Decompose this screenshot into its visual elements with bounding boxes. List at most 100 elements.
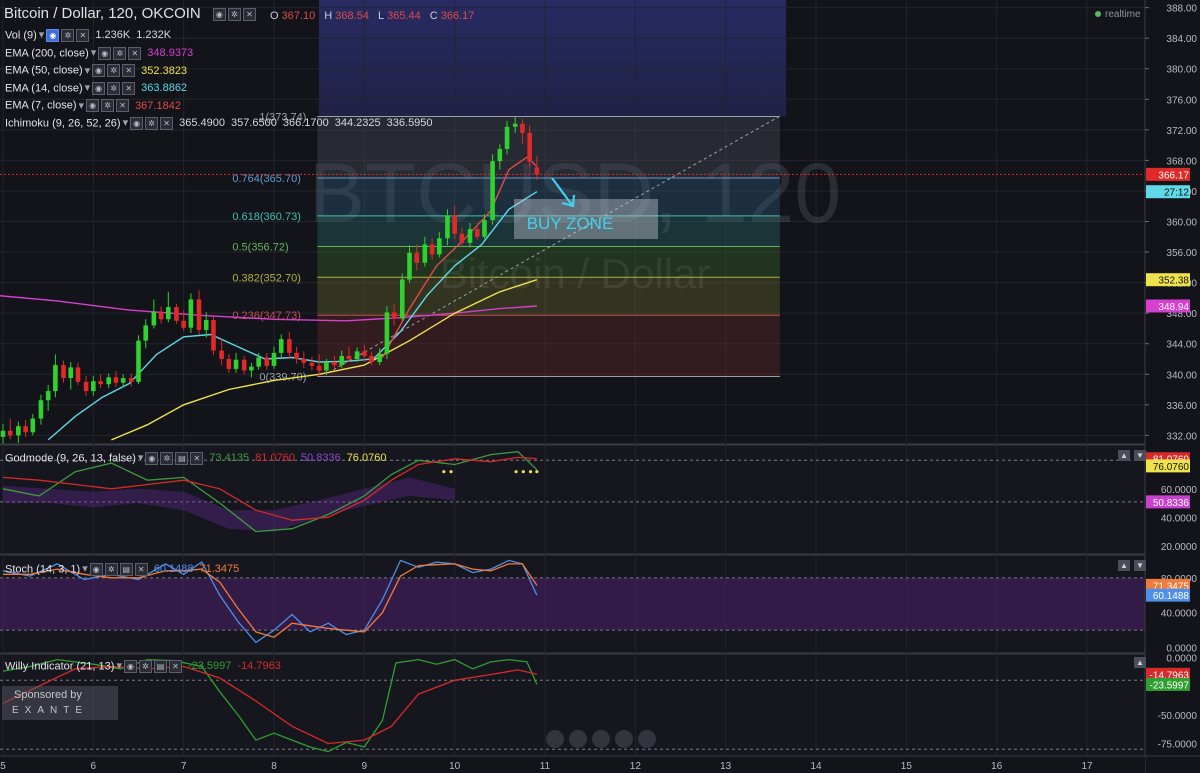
candle-body[interactable] <box>309 362 315 366</box>
gear-icon[interactable]: ✲ <box>138 660 152 673</box>
chevron-down-icon[interactable]: ▾ <box>123 117 129 129</box>
candle-body[interactable] <box>504 126 510 149</box>
candle-body[interactable] <box>437 238 442 255</box>
candle-body[interactable] <box>256 357 261 367</box>
gear-icon[interactable]: ✲ <box>145 117 159 130</box>
eye-icon[interactable]: ◉ <box>89 563 103 576</box>
legend-row-stoch[interactable]: Stoch (14, 3, 1) ▾ ◉ ✲ ▤ ✕ 60.1488 71.3475 <box>5 563 239 576</box>
eye-icon[interactable]: ◉ <box>92 64 106 78</box>
candle-body[interactable] <box>196 299 202 330</box>
candle-body[interactable] <box>241 359 247 371</box>
candle-body[interactable] <box>45 391 51 401</box>
candle-body[interactable] <box>346 355 352 359</box>
candle-body[interactable] <box>474 229 480 237</box>
candle-body[interactable] <box>534 167 540 175</box>
gear-icon[interactable]: ✲ <box>107 81 121 95</box>
candle-body[interactable] <box>369 355 374 363</box>
candle-body[interactable] <box>38 400 44 419</box>
candle-body[interactable] <box>128 378 134 382</box>
time-axis-bg[interactable] <box>0 756 1145 773</box>
candle-body[interactable] <box>61 365 66 379</box>
candle-body[interactable] <box>414 252 420 263</box>
candle-body[interactable] <box>113 377 119 383</box>
candle-body[interactable] <box>188 299 194 328</box>
eye-icon[interactable]: ◉ <box>92 81 106 95</box>
candle-body[interactable] <box>158 311 164 320</box>
candle-body[interactable] <box>166 307 171 320</box>
candle-body[interactable] <box>287 339 292 353</box>
chevron-down-icon[interactable]: ▾ <box>91 47 97 59</box>
candle-body[interactable] <box>316 365 322 371</box>
chevron-down-icon[interactable]: ▾ <box>85 65 91 77</box>
eye-icon[interactable]: ◉ <box>123 660 137 673</box>
candle-body[interactable] <box>332 362 337 366</box>
candle-body[interactable] <box>490 161 495 220</box>
candle-body[interactable] <box>459 233 465 243</box>
close-icon[interactable]: ✕ <box>242 7 256 21</box>
chevron-down-icon[interactable]: ▾ <box>138 452 144 464</box>
nav-button-icon[interactable] <box>569 730 587 748</box>
candle-body[interactable] <box>23 426 28 433</box>
legend-row-ichimoku[interactable]: Ichimoku (9, 26, 52, 26) ▾ ◉ ✲ ✕ 365.4900 357.… <box>5 117 433 130</box>
candle-body[interactable] <box>445 215 450 239</box>
candle-body[interactable] <box>233 359 239 369</box>
arrow-down-icon[interactable]: ▼ <box>1134 560 1146 571</box>
candle-body[interactable] <box>83 381 89 392</box>
candle-body[interactable] <box>467 229 473 243</box>
settings-icon[interactable]: ▤ <box>153 660 167 673</box>
legend-row-ema200[interactable]: EMA (200, close) ▾ ◉ ✲ ✕ 348.9373 <box>5 46 193 60</box>
close-icon[interactable]: ✕ <box>122 81 136 95</box>
nav-button-icon[interactable] <box>638 730 656 748</box>
candle-body[interactable] <box>407 252 412 280</box>
eye-icon[interactable]: ◉ <box>86 99 100 113</box>
candle-body[interactable] <box>98 381 103 385</box>
candle-body[interactable] <box>339 355 345 366</box>
chevron-down-icon[interactable]: ▾ <box>39 29 45 41</box>
candle-body[interactable] <box>143 325 149 341</box>
candle-body[interactable] <box>211 320 216 351</box>
chevron-down-icon[interactable]: ▾ <box>79 100 85 112</box>
gear-icon[interactable]: ✲ <box>107 64 121 78</box>
candle-body[interactable] <box>181 320 186 328</box>
candle-body[interactable] <box>68 367 74 379</box>
candle-body[interactable] <box>391 312 397 319</box>
eye-icon[interactable]: ◉ <box>212 7 226 21</box>
candle-body[interactable] <box>377 353 382 363</box>
candle-body[interactable] <box>354 351 360 359</box>
legend-row-godmode[interactable]: Godmode (9, 26, 13, false) ▾ ◉ ✲ ▤ ✕ 73.4135 81… <box>5 452 386 465</box>
gear-icon[interactable]: ✲ <box>113 46 127 60</box>
candle-body[interactable] <box>294 352 299 359</box>
close-icon[interactable]: ✕ <box>168 660 182 673</box>
candle-body[interactable] <box>0 430 6 437</box>
close-icon[interactable]: ✕ <box>134 563 148 576</box>
close-icon[interactable]: ✕ <box>116 99 130 113</box>
price-chart-svg[interactable]: BTCUSD, 120 Bitcoin / Dollar 1(373.74)0.… <box>0 0 1200 773</box>
candle-body[interactable] <box>120 378 126 383</box>
gear-icon[interactable]: ✲ <box>160 452 174 465</box>
candle-body[interactable] <box>151 311 157 326</box>
eye-icon[interactable]: ◉ <box>130 117 144 130</box>
close-icon[interactable]: ✕ <box>76 29 90 42</box>
sponsor-badge[interactable]: Sponsored by EXANTE <box>2 686 118 720</box>
candle-body[interactable] <box>16 426 21 436</box>
symbol-title[interactable]: Bitcoin / Dollar, 120, OKCOIN ◉ ✲ ✕ <box>4 5 256 22</box>
eye-icon[interactable]: ◉ <box>145 452 159 465</box>
candle-body[interactable] <box>384 312 390 354</box>
gear-icon[interactable]: ✲ <box>61 29 75 42</box>
gear-icon[interactable]: ✲ <box>101 99 115 113</box>
candle-body[interactable] <box>271 352 277 366</box>
candle-body[interactable] <box>174 307 179 321</box>
close-icon[interactable]: ✕ <box>128 46 142 60</box>
candle-body[interactable] <box>452 215 457 234</box>
candle-body[interactable] <box>301 358 307 363</box>
settings-icon[interactable]: ▤ <box>119 563 133 576</box>
arrow-up-icon[interactable]: ▲ <box>1118 560 1130 571</box>
legend-row-willy[interactable]: Willy Indicator (21, 13) ▾ ◉ ✲ ▤ ✕ -23.5997 -14… <box>5 660 281 673</box>
candle-body[interactable] <box>527 132 532 162</box>
candle-body[interactable] <box>278 339 284 353</box>
candle-body[interactable] <box>203 320 209 330</box>
nav-button-icon[interactable] <box>615 730 633 748</box>
settings-icon[interactable]: ▤ <box>175 452 189 465</box>
arrow-up-icon[interactable]: ▲ <box>1134 657 1146 668</box>
candle-body[interactable] <box>399 279 405 319</box>
